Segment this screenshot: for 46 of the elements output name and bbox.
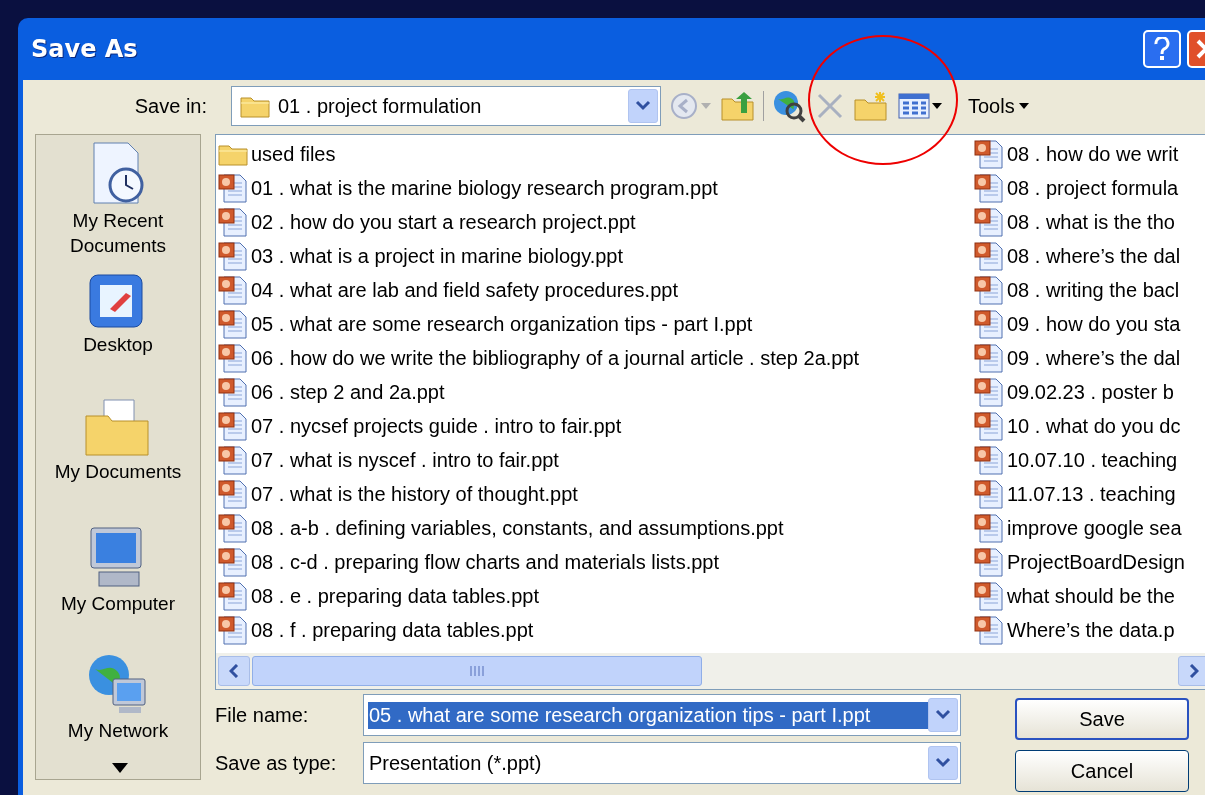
tools-menu-button[interactable]: Tools <box>966 92 1031 120</box>
file-name[interactable]: 05 . what are some research organization tips - part I.ppt <box>251 312 753 336</box>
file-name[interactable]: 08 . where’s the dal <box>1007 244 1181 268</box>
file-name[interactable]: ProjectBoardDesign <box>1007 550 1185 574</box>
file-name-field[interactable]: 05 . what are some research organization tips - part I.ppt <box>363 694 961 736</box>
file-name[interactable]: 09 . how do you sta <box>1007 312 1181 336</box>
file-name[interactable]: 08 . e . preparing data tables.ppt <box>251 584 539 608</box>
file-name[interactable]: 08 . what is the tho <box>1007 210 1175 234</box>
file-name[interactable]: 06 . how do we write the bibliography of a journal article . step 2a.ppt <box>251 346 860 370</box>
file-name[interactable]: improve google sea <box>1007 516 1182 540</box>
file-name-label: File name: <box>215 703 310 727</box>
file-name[interactable]: 09 . where’s the dal <box>1007 346 1181 370</box>
cancel-button[interactable]: Cancel <box>1015 750 1189 792</box>
file-name[interactable]: 08 . c-d . preparing flow charts and materials lists.ppt <box>251 550 719 574</box>
file-name[interactable]: 07 . what is nyscef . intro to fair.ppt <box>251 448 559 472</box>
file-name[interactable]: 08 . writing the bacl <box>1007 278 1180 302</box>
file-name[interactable]: 09.02.23 . poster b <box>1007 380 1174 404</box>
window-title: Save As <box>31 35 138 63</box>
file-name[interactable]: 08 . a-b . defining variables, constants, and assumptions.ppt <box>251 516 784 540</box>
file-name[interactable]: Where’s the data.p <box>1007 618 1175 642</box>
places-item[interactable]: My Documents <box>38 396 198 524</box>
file-name[interactable]: 02 . how do you start a research project.ppt <box>251 210 636 234</box>
save-button[interactable]: Save <box>1015 698 1189 740</box>
save-in-label: Save in: <box>133 94 208 118</box>
file-name[interactable]: 10 . what do you dc <box>1007 414 1181 438</box>
file-name[interactable]: 01 . what is the marine biology research program.ppt <box>251 176 718 200</box>
save-in-dropdown[interactable]: 01 . project formulation <box>231 86 661 126</box>
location-text: 01 . project formulation <box>278 94 483 118</box>
file-name[interactable]: 03 . what is a project in marine biology.ppt <box>251 244 624 268</box>
file-name[interactable]: 07 . nycsef projects guide . intro to fair.ppt <box>251 414 622 438</box>
file-name[interactable]: 04 . what are lab and field safety procedures.ppt <box>251 278 678 302</box>
places-item[interactable]: My Network <box>38 651 198 779</box>
file-name[interactable]: 10.07.10 . teaching <box>1007 448 1178 472</box>
file-name[interactable]: 11.07.13 . teaching <box>1007 482 1176 506</box>
save-as-type-label: Save as type: <box>215 751 338 775</box>
places-item[interactable]: Desktop <box>38 268 198 397</box>
file-name[interactable]: 08 . how do we writ <box>1007 142 1179 166</box>
places-item[interactable]: My Computer <box>38 523 198 652</box>
save-as-type-dropdown[interactable]: Presentation (*.ppt) <box>363 742 961 784</box>
places-item[interactable]: My Recent Documents <box>38 141 198 269</box>
file-name[interactable]: used files <box>251 142 336 166</box>
file-name[interactable]: 08 . project formula <box>1007 176 1179 200</box>
file-name[interactable]: 07 . what is the history of thought.ppt <box>251 482 578 506</box>
file-name[interactable]: 06 . step 2 and 2a.ppt <box>251 380 445 404</box>
file-name[interactable]: 08 . f . preparing data tables.ppt <box>251 618 534 642</box>
file-name[interactable]: what should be the <box>1007 584 1175 608</box>
